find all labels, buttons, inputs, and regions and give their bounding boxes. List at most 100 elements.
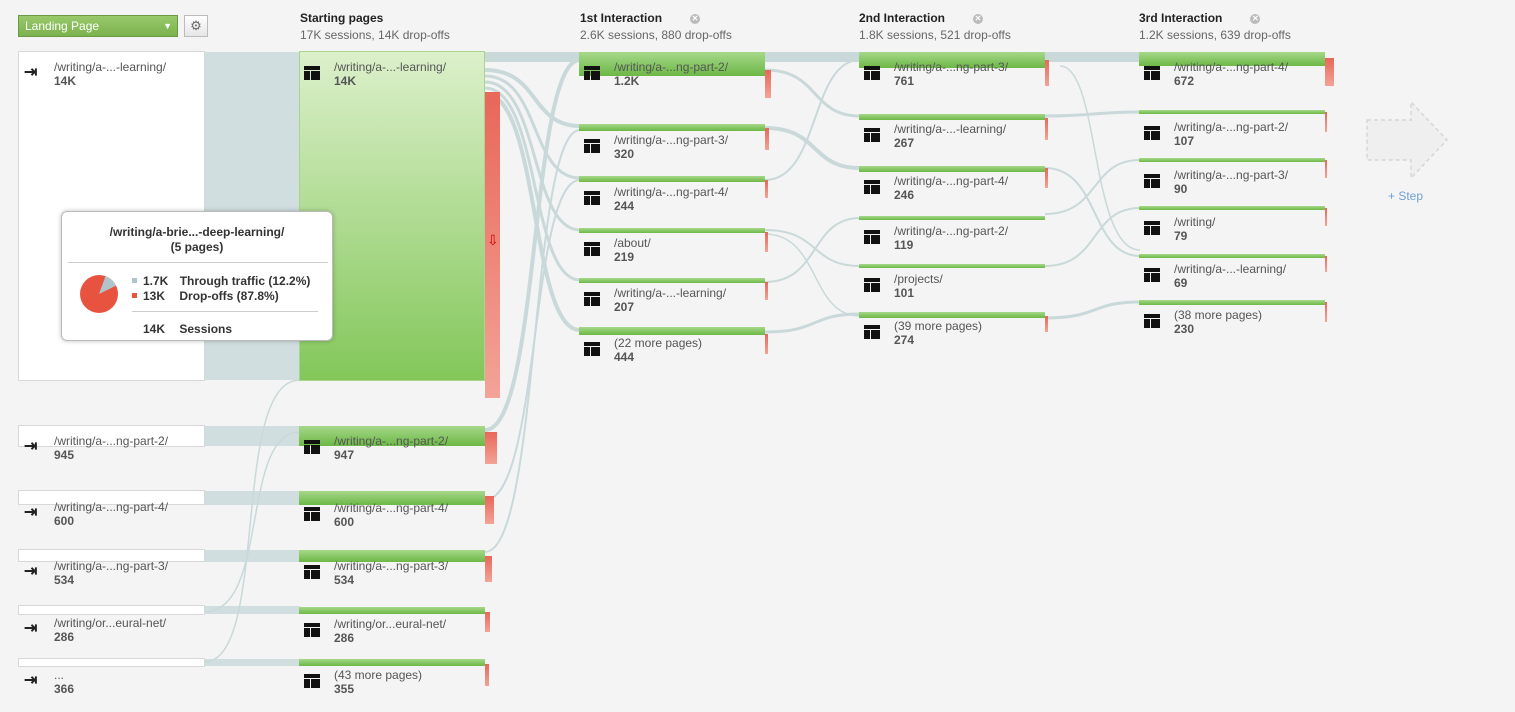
page-icon <box>304 66 320 80</box>
source-item[interactable]: ⇥ /writing/a-...ng-part-2/ 945 <box>24 434 168 462</box>
page-name: /writing/a-...-learning/ <box>614 286 727 300</box>
page-node-label[interactable]: /writing/a-...ng-part-2/ 119 <box>864 224 1008 252</box>
dropoff-bar[interactable] <box>765 180 768 198</box>
dropoff-bar[interactable] <box>765 232 768 252</box>
page-node-label[interactable]: /about/ 219 <box>584 236 651 264</box>
page-node-label[interactable]: (43 more pages) 355 <box>304 668 422 696</box>
tooltip-subtitle: (5 pages) <box>170 240 224 254</box>
page-node-label[interactable]: (38 more pages) 230 <box>1144 308 1262 336</box>
interaction-node[interactable] <box>1139 110 1325 114</box>
dropoff-bar[interactable] <box>1325 256 1327 272</box>
page-node-label[interactable]: /writing/a-...ng-part-4/ 600 <box>304 501 448 529</box>
settings-button[interactable]: ⚙ <box>184 15 208 37</box>
source-item[interactable]: ⇥ /writing/or...eural-net/ 286 <box>24 616 166 644</box>
page-name: /writing/a-...ng-part-2/ <box>614 60 729 74</box>
dropoff-bar[interactable] <box>1045 118 1048 140</box>
interaction-node[interactable] <box>579 176 765 182</box>
add-step-button[interactable]: + Step <box>1388 189 1423 203</box>
dropoff-bar[interactable] <box>1325 112 1327 132</box>
next-step-arrow-icon[interactable] <box>1365 100 1449 183</box>
source-item[interactable]: ⇥ /writing/a-...-learning/ 14K <box>24 60 166 88</box>
close-icon[interactable]: ✕ <box>1250 14 1261 24</box>
dimension-select[interactable]: Landing Page ▼ <box>18 15 178 37</box>
page-name: /writing/a-...ng-part-4/ <box>894 174 1009 188</box>
dropoff-bar[interactable] <box>485 496 494 524</box>
interaction-node[interactable] <box>1139 206 1325 210</box>
interaction-node[interactable] <box>579 124 765 131</box>
page-node-label[interactable]: /writing/a-...ng-part-4/ 244 <box>584 185 728 213</box>
interaction-node[interactable] <box>579 327 765 335</box>
column-header-2nd-interaction: 2nd Interaction ✕ 1.8K sessions, 521 drop… <box>859 11 1011 42</box>
source-node[interactable] <box>18 605 205 615</box>
page-icon <box>584 66 600 80</box>
starting-page-node[interactable] <box>299 659 485 666</box>
page-name: /writing/a-...ng-part-3/ <box>614 133 729 147</box>
dropoff-bar[interactable] <box>1325 160 1327 178</box>
page-node-label[interactable]: /writing/a-...-learning/ 69 <box>1144 262 1286 290</box>
dropoff-bar[interactable] <box>765 128 769 150</box>
page-icon <box>304 623 320 637</box>
page-node-label[interactable]: /writing/a-...-learning/ 267 <box>864 122 1006 150</box>
interaction-node[interactable] <box>859 216 1045 220</box>
dropoff-bar[interactable] <box>1045 316 1048 332</box>
page-icon <box>584 191 600 205</box>
page-node-label[interactable]: /writing/a-...-learning/ 14K <box>304 60 446 88</box>
page-node-label[interactable]: (22 more pages) 444 <box>584 336 702 364</box>
starting-page-node[interactable] <box>299 607 485 614</box>
close-icon[interactable]: ✕ <box>690 14 701 24</box>
dropoff-bar[interactable] <box>1045 168 1048 188</box>
page-node-label[interactable]: /projects/ 101 <box>864 272 943 300</box>
page-count: 534 <box>334 573 355 587</box>
page-node-label[interactable]: /writing/or...eural-net/ 286 <box>304 617 446 645</box>
page-node-label[interactable]: /writing/a-...ng-part-3/ 90 <box>1144 168 1288 196</box>
dropoff-bar[interactable] <box>765 70 771 98</box>
interaction-node[interactable] <box>1139 158 1325 162</box>
page-node-label[interactable]: (39 more pages) 274 <box>864 319 982 347</box>
page-name: /writing/a-...ng-part-3/ <box>334 559 449 573</box>
page-count: 107 <box>1174 134 1195 148</box>
source-item[interactable]: ⇥ /writing/a-...ng-part-4/ 600 <box>24 500 168 528</box>
dropoff-bar[interactable] <box>1325 208 1327 226</box>
dropoff-bar[interactable] <box>1325 58 1334 86</box>
source-item[interactable]: ⇥ ... 366 <box>24 668 74 696</box>
page-node-label[interactable]: /writing/a-...-learning/ 207 <box>584 286 726 314</box>
flow-line <box>1044 110 1141 118</box>
interaction-node[interactable] <box>859 312 1045 318</box>
page-count: 246 <box>894 188 915 202</box>
source-node[interactable] <box>18 658 205 667</box>
page-node-label[interactable]: /writing/ 79 <box>1144 215 1215 243</box>
interaction-node[interactable] <box>579 278 765 283</box>
page-node-label[interactable]: /writing/a-...ng-part-4/ 672 <box>1144 60 1288 88</box>
dropoff-bar[interactable] <box>765 334 768 354</box>
page-node-label[interactable]: /writing/a-...ng-part-2/ 1.2K <box>584 60 728 88</box>
entrance-arrow-icon: ⇥ <box>24 620 38 637</box>
source-item[interactable]: ⇥ /writing/a-...ng-part-3/ 534 <box>24 559 168 587</box>
page-node-label[interactable]: /writing/a-...ng-part-3/ 320 <box>584 133 728 161</box>
interaction-node[interactable] <box>859 264 1045 268</box>
interaction-node[interactable] <box>1139 300 1325 305</box>
page-node-label[interactable]: /writing/a-...ng-part-4/ 246 <box>864 174 1008 202</box>
page-node-label[interactable]: /writing/a-...ng-part-3/ 534 <box>304 559 448 587</box>
dropoff-bar[interactable] <box>1325 302 1327 322</box>
page-node-label[interactable]: /writing/a-...ng-part-2/ 107 <box>1144 120 1288 148</box>
interaction-node[interactable] <box>859 166 1045 172</box>
close-icon[interactable]: ✕ <box>973 14 984 24</box>
source-count: 534 <box>54 573 75 587</box>
dropoff-bar[interactable] <box>485 432 497 464</box>
interaction-node[interactable] <box>1139 254 1325 258</box>
dropoff-bar[interactable] <box>765 282 768 300</box>
dropoff-bar[interactable] <box>1045 60 1049 86</box>
interaction-node[interactable] <box>579 228 765 233</box>
dropoff-bar[interactable] <box>485 612 490 632</box>
flow-band <box>204 606 300 614</box>
chevron-down-icon: ▼ <box>163 21 172 31</box>
source-count: 600 <box>54 514 75 528</box>
dropoff-bar[interactable] <box>485 556 492 582</box>
page-icon <box>864 325 880 339</box>
page-node-label[interactable]: /writing/a-...ng-part-2/ 947 <box>304 434 448 462</box>
interaction-node[interactable] <box>859 114 1045 120</box>
column-header-1st-interaction: 1st Interaction ✕ 2.6K sessions, 880 drop… <box>580 11 732 42</box>
source-count: 945 <box>54 448 75 462</box>
page-node-label[interactable]: /writing/a-...ng-part-3/ 761 <box>864 60 1008 88</box>
dropoff-bar[interactable] <box>485 664 489 686</box>
